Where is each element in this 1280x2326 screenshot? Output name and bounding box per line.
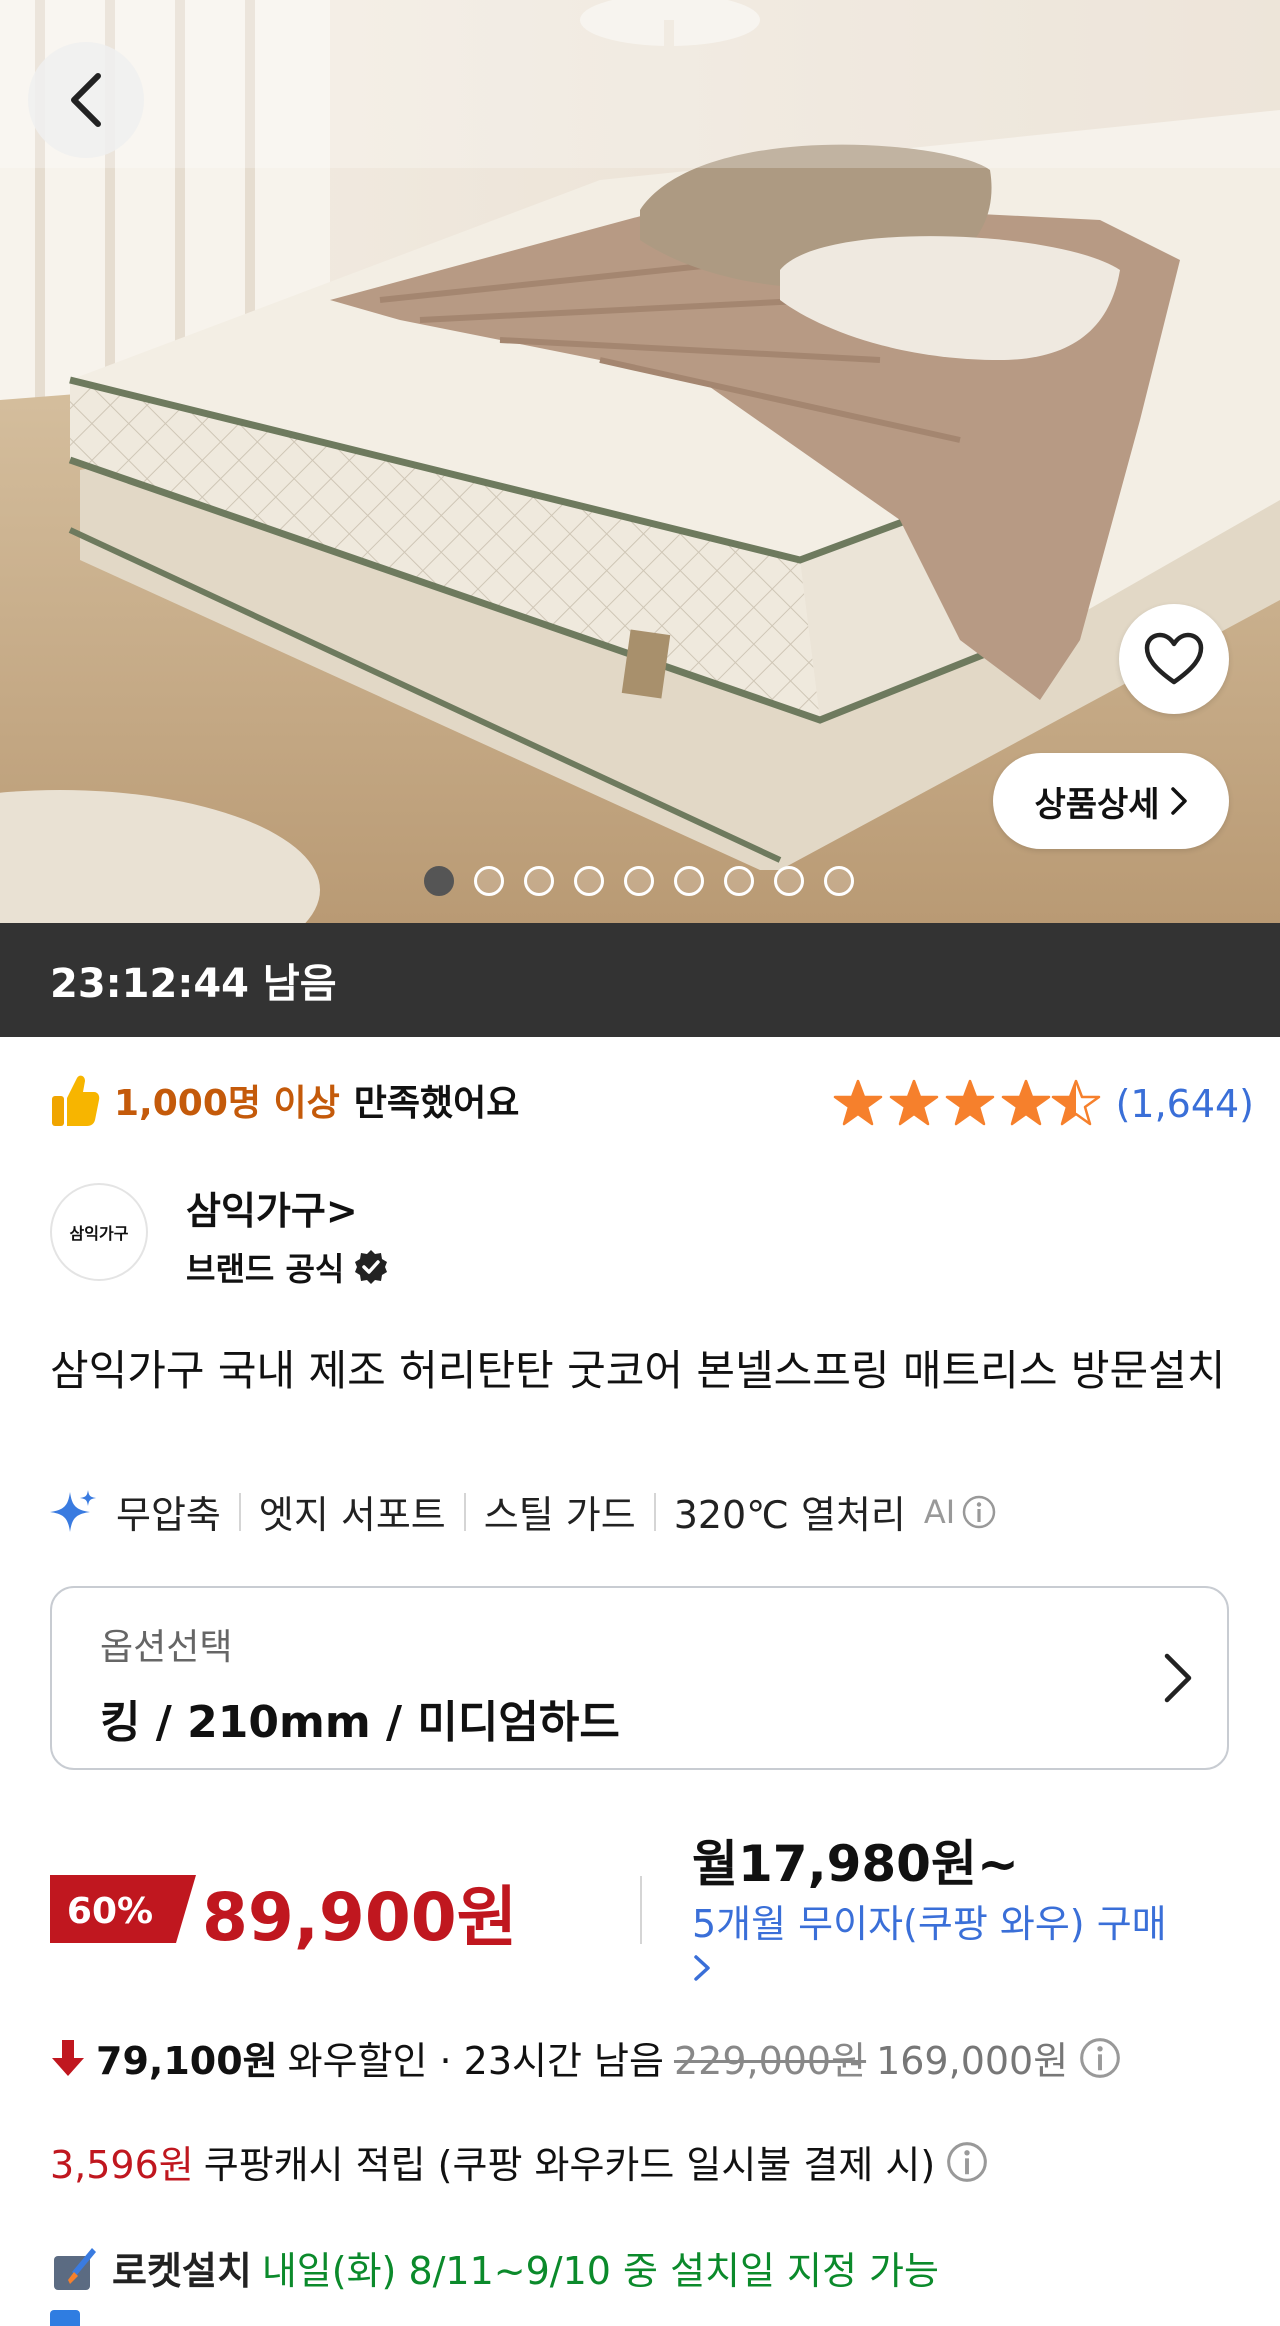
option-selector[interactable]: 옵션선택 킹 / 210mm / 미디엄하드 bbox=[50, 1586, 1229, 1770]
carousel-dot[interactable] bbox=[724, 866, 754, 896]
seller-logo[interactable]: 삼익가구 bbox=[50, 1183, 148, 1281]
verified-check-icon bbox=[355, 1250, 388, 1284]
carousel-dot[interactable] bbox=[574, 866, 604, 896]
rating-summary[interactable]: (1,644) bbox=[832, 1078, 1254, 1130]
carousel-dot[interactable] bbox=[474, 866, 504, 896]
chevron-right-icon bbox=[1164, 1653, 1192, 1703]
seller-logo-text: 삼익가구 bbox=[69, 1224, 129, 1243]
carousel-dot-active[interactable] bbox=[424, 866, 454, 896]
sale-price: 89,900원 bbox=[202, 1879, 518, 1956]
cash-reward-row: 3,596원 쿠팡캐시 적립 (쿠팡 와우카드 일시불 결제 시) bbox=[50, 2134, 989, 2189]
discount-rate: 60% bbox=[67, 1891, 153, 1932]
wow-discount-row: 79,100원 와우할인 · 23시간 남음 229,000원 169,000원 bbox=[50, 2030, 1122, 2085]
sparkle-icon bbox=[50, 1489, 96, 1532]
tag-divider bbox=[238, 1492, 241, 1531]
feature-tag: 320℃ 열처리 bbox=[673, 1493, 906, 1537]
satisfaction-text: 만족했어요 bbox=[353, 1083, 520, 1124]
seller-name-link[interactable]: 삼익가구> bbox=[186, 1180, 358, 1235]
discount-badge: 60% bbox=[50, 1875, 196, 1943]
installment-text: 5개월 무이자(쿠팡 와우) 구매 bbox=[692, 1902, 1167, 1946]
feature-tag: 무압축 bbox=[116, 1493, 221, 1537]
carousel-dot[interactable] bbox=[624, 866, 654, 896]
product-detail-label: 상품상세 bbox=[1034, 784, 1160, 825]
chevron-right-icon bbox=[694, 1955, 710, 1981]
arrow-down-icon bbox=[52, 2039, 84, 2076]
carousel-dot[interactable] bbox=[524, 866, 554, 896]
info-icon[interactable] bbox=[1078, 2036, 1122, 2080]
price-divider bbox=[640, 1876, 642, 1944]
list-price: 229,000원 bbox=[673, 2039, 867, 2083]
rocket-install-row: 로켓설치 내일(화) 8/11~9/10 중 설치일 지정 가능 bbox=[50, 2240, 939, 2295]
feature-tag: 스틸 가드 bbox=[483, 1493, 636, 1537]
heart-icon bbox=[1144, 632, 1204, 685]
carousel-indicator bbox=[424, 866, 854, 896]
installment-link[interactable]: 5개월 무이자(쿠팡 와우) 구매 bbox=[692, 1900, 1212, 1996]
option-value: 킹 / 210mm / 미디엄하드 bbox=[100, 1697, 620, 1748]
deal-timer-text: 23:12:44 남음 bbox=[50, 961, 337, 1007]
official-brand-label: 브랜드 공식 bbox=[186, 1250, 345, 1288]
rocket-install-icon bbox=[54, 2247, 96, 2290]
top-bar bbox=[0, 0, 1280, 168]
satisfaction-count: 1,000명 이상 bbox=[114, 1083, 340, 1124]
carousel-dot[interactable] bbox=[824, 866, 854, 896]
product-image-carousel[interactable]: 상품상세 bbox=[0, 0, 1280, 923]
monthly-price: 월17,980원~ bbox=[692, 1835, 1019, 1893]
info-icon bbox=[962, 1495, 996, 1528]
deal-timer-bar: 23:12:44 남음 bbox=[0, 923, 1280, 1037]
price-before-wow: 169,000원 bbox=[876, 2039, 1069, 2083]
thumbs-up-icon bbox=[52, 1075, 100, 1126]
ai-info[interactable]: AI bbox=[924, 1493, 997, 1531]
rocket-install-label: 로켓설치 bbox=[112, 2249, 252, 2293]
carousel-dot[interactable] bbox=[674, 866, 704, 896]
satisfaction-banner: 1,000명 이상 만족했어요 bbox=[50, 1072, 519, 1128]
wow-discount-amount: 79,100원 bbox=[96, 2039, 278, 2083]
tag-divider bbox=[463, 1492, 466, 1531]
cash-amount: 3,596원 bbox=[50, 2143, 194, 2187]
chevron-right-icon bbox=[1170, 787, 1187, 815]
star-rating-icon bbox=[833, 1079, 1100, 1126]
cutoff-row-icon bbox=[50, 2310, 80, 2326]
option-label: 옵션선택 bbox=[100, 1627, 233, 1668]
carousel-dot[interactable] bbox=[774, 866, 804, 896]
wishlist-button[interactable] bbox=[1119, 604, 1229, 714]
wow-discount-text: 와우할인 · 23시간 남음 bbox=[287, 2039, 664, 2083]
chevron-left-icon bbox=[71, 73, 101, 127]
back-button[interactable] bbox=[28, 42, 144, 158]
info-icon[interactable] bbox=[945, 2140, 989, 2184]
cash-text: 쿠팡캐시 적립 (쿠팡 와우카드 일시불 결제 시) bbox=[203, 2143, 936, 2187]
tag-divider bbox=[653, 1492, 656, 1531]
product-detail-button[interactable]: 상품상세 bbox=[993, 753, 1229, 849]
official-brand-badge: 브랜드 공식 bbox=[186, 1244, 390, 1290]
feature-tag: 엣지 서포트 bbox=[258, 1493, 446, 1537]
product-title: 삼익가구 국내 제조 허리탄탄 굿코어 본넬스프링 매트리스 방문설치 bbox=[50, 1346, 1226, 1395]
feature-tags: 무압축 엣지 서포트 스틸 가드 320℃ 열처리 AI bbox=[50, 1484, 997, 1539]
rocket-install-desc: 내일(화) 8/11~9/10 중 설치일 지정 가능 bbox=[261, 2249, 939, 2293]
review-count[interactable]: (1,644) bbox=[1116, 1082, 1254, 1126]
ai-label: AI bbox=[923, 1492, 956, 1531]
